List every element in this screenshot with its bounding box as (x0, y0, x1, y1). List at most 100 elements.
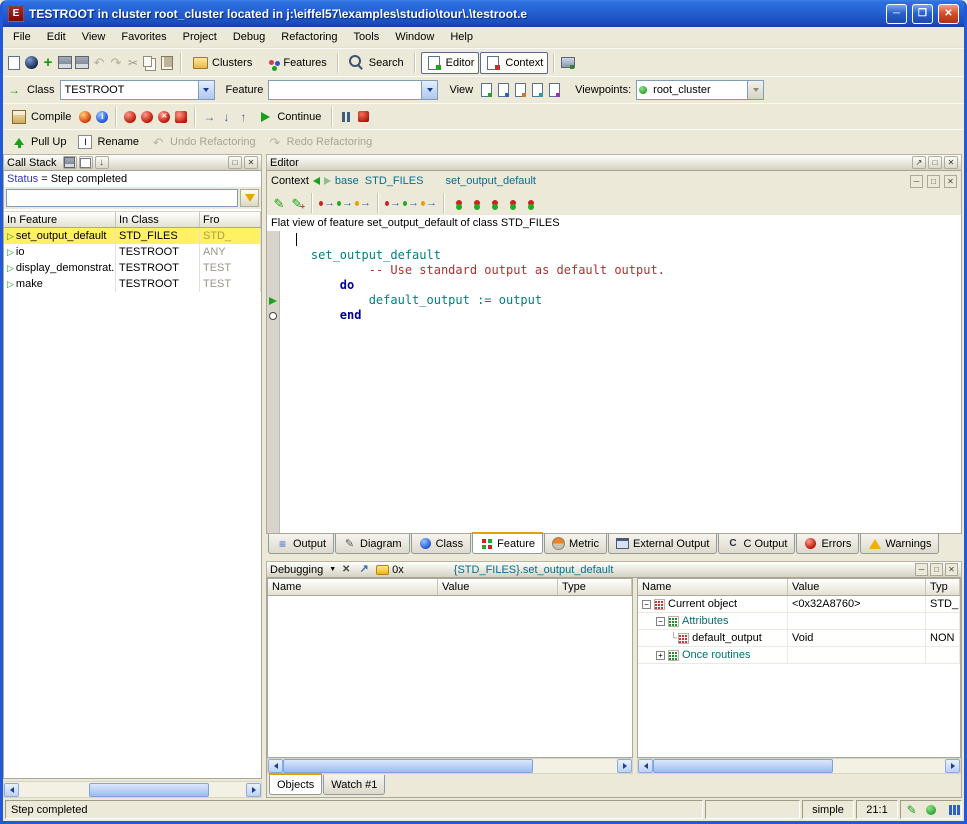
memory-icon[interactable] (942, 802, 958, 818)
code-line[interactable]: default_output := output (280, 293, 961, 308)
call-stack-row[interactable]: ▷display_demonstrat...TESTROOTTEST (4, 260, 261, 276)
menu-item-file[interactable]: File (5, 29, 39, 45)
basic-text-view-icon[interactable] (478, 82, 494, 98)
cut-icon[interactable] (125, 55, 141, 71)
scroll-right-icon[interactable] (246, 783, 261, 797)
code-line[interactable] (280, 233, 961, 248)
menu-item-refactoring[interactable]: Refactoring (273, 29, 345, 45)
minimize-button[interactable]: ─ (886, 4, 907, 24)
edit-mode-icon[interactable] (904, 802, 920, 818)
pull-up-button[interactable]: Pull Up (6, 131, 71, 153)
features-button[interactable]: Features (258, 52, 331, 74)
close-button[interactable]: ✕ (938, 4, 959, 24)
execution-point-icon[interactable] (266, 293, 279, 308)
code-line[interactable]: end (280, 308, 961, 323)
context-maximize-button[interactable]: □ (927, 175, 940, 188)
save-icon[interactable] (57, 55, 73, 71)
pause-icon[interactable] (338, 109, 354, 125)
code-line[interactable]: -- Use standard output as default output… (280, 263, 961, 278)
tree-expander-icon[interactable]: − (656, 617, 665, 626)
tab-external-output[interactable]: External Output (608, 534, 717, 554)
object-tree-row[interactable]: −Attributes (638, 613, 960, 630)
exception-bubble-icon[interactable] (374, 562, 390, 578)
copy-call-stack-button[interactable] (79, 156, 93, 169)
step-over-icon[interactable] (201, 109, 217, 125)
breadcrumb-set_output_default[interactable]: set_output_default (445, 175, 536, 187)
tab-objects[interactable]: Objects (269, 773, 322, 795)
step-into-icon[interactable] (218, 109, 234, 125)
tab-c-output[interactable]: C Output (718, 534, 795, 554)
restore-button[interactable]: ❐ (912, 4, 933, 24)
menu-item-tools[interactable]: Tools (346, 29, 388, 45)
column-in-class[interactable]: In Class (116, 212, 200, 227)
remove-breakpoints-icon[interactable] (156, 109, 172, 125)
callers-nav-icon[interactable] (385, 195, 401, 211)
feature-combo-arrow-icon[interactable] (421, 81, 437, 99)
scrollbar-thumb[interactable] (653, 759, 833, 773)
callees-nav-icon[interactable] (403, 195, 419, 211)
menu-item-view[interactable]: View (74, 29, 114, 45)
edit-in-new-window-icon[interactable] (289, 195, 305, 211)
call-stack-close-button[interactable]: ✕ (244, 156, 258, 169)
compile-state-icon[interactable] (923, 802, 939, 818)
editor-undock-button[interactable]: ↗ (912, 156, 926, 169)
call-stack-maximize-button[interactable]: □ (228, 156, 242, 169)
search-button[interactable]: Search (344, 52, 409, 74)
flat-view-icon[interactable] (512, 82, 528, 98)
code-line[interactable]: do (280, 278, 961, 293)
interface-view-icon[interactable] (546, 82, 562, 98)
external-tool-icon[interactable] (560, 55, 576, 71)
call-stack-hscrollbar[interactable] (3, 781, 262, 798)
stop-icon[interactable] (355, 109, 371, 125)
melt-icon[interactable] (77, 109, 93, 125)
go-to-next-feature-icon[interactable] (337, 195, 353, 211)
tab-metric[interactable]: Metric (544, 534, 607, 554)
column-in-feature[interactable]: In Feature (4, 212, 116, 227)
scroll-right-icon[interactable] (945, 759, 960, 773)
clusters-button[interactable]: Clusters (187, 52, 257, 74)
debugging-dropdown-icon[interactable]: ▼ (329, 566, 336, 573)
editor-toggle-button[interactable]: Editor (421, 52, 480, 74)
enable-breakpoints-icon[interactable] (122, 109, 138, 125)
feature-combo[interactable] (268, 80, 438, 100)
undo-icon[interactable] (91, 55, 107, 71)
callees-icon[interactable] (505, 195, 521, 211)
editor-maximize-button[interactable]: □ (928, 156, 942, 169)
scroll-right-icon[interactable] (617, 759, 632, 773)
tab-output[interactable]: Output (268, 534, 334, 554)
code-area[interactable]: set_output_default -- Use standard outpu… (266, 231, 962, 534)
redo-refactoring-button[interactable]: Redo Refactoring (262, 131, 378, 153)
context-toggle-button[interactable]: Context (480, 52, 548, 74)
homonyms-nav-icon[interactable] (421, 195, 437, 211)
tab-feature[interactable]: Feature (472, 532, 543, 554)
object-tree-row[interactable]: −Current object<0x32A8760>STD_ (638, 596, 960, 613)
edit-feature-icon[interactable] (271, 195, 287, 211)
scroll-left-icon[interactable] (268, 759, 283, 773)
disable-breakpoints-icon[interactable] (139, 109, 155, 125)
copy-icon[interactable] (142, 55, 158, 71)
new-item-icon[interactable] (40, 55, 56, 71)
breakpoints-tool-icon[interactable] (173, 109, 189, 125)
column-from[interactable]: Fro (200, 212, 261, 227)
menu-item-edit[interactable]: Edit (39, 29, 74, 45)
menu-item-favorites[interactable]: Favorites (113, 29, 174, 45)
watch-column-name[interactable]: Name (268, 579, 438, 595)
tree-expander-icon[interactable]: − (642, 600, 651, 609)
call-stack-filter-input[interactable] (6, 189, 238, 207)
editor-close-button[interactable]: ✕ (944, 156, 958, 169)
stack-depth-button[interactable] (95, 156, 109, 169)
rename-button[interactable]: Rename (72, 131, 144, 153)
tab-warnings[interactable]: Warnings (860, 534, 939, 554)
info-icon[interactable] (94, 109, 110, 125)
scroll-left-icon[interactable] (638, 759, 653, 773)
ancestor-versions-icon[interactable] (451, 195, 467, 211)
objects-column-name[interactable]: Name (638, 579, 788, 595)
new-document-icon[interactable] (6, 55, 22, 71)
objects-hscrollbar[interactable] (637, 758, 961, 774)
menu-item-help[interactable]: Help (442, 29, 481, 45)
objects-column-typ[interactable]: Typ (926, 579, 960, 595)
redo-icon[interactable] (108, 55, 124, 71)
context-minimize-button[interactable]: ─ (910, 175, 923, 188)
call-stack-filter-button[interactable] (240, 189, 259, 207)
code-line[interactable]: set_output_default (280, 248, 961, 263)
